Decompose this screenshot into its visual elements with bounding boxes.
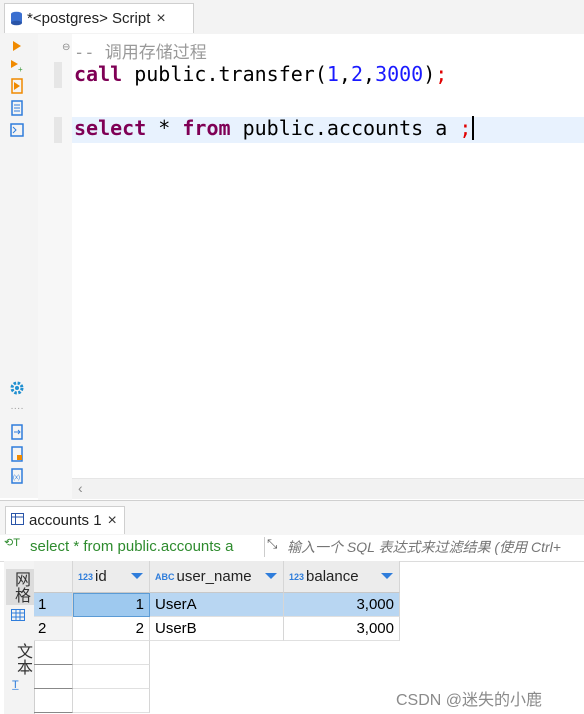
editor-toolbar: + ···· (x) <box>0 34 39 498</box>
number-literal: 3000 <box>375 62 424 86</box>
line-marker <box>54 117 62 143</box>
save-script-icon[interactable] <box>8 446 26 462</box>
explain-plan-icon[interactable] <box>8 100 26 116</box>
sort-arrow-icon[interactable] <box>131 573 143 579</box>
more-dots-icon[interactable]: ···· <box>8 400 26 416</box>
comma: , <box>338 62 351 86</box>
sort-arrow-icon[interactable] <box>381 573 393 579</box>
number-literal: 2 <box>350 62 364 86</box>
svg-text:(x): (x) <box>13 475 20 481</box>
number-type-icon: 123 <box>289 571 305 582</box>
empty-cell <box>34 641 73 665</box>
column-name: balance <box>306 568 359 585</box>
text-view-icon[interactable]: T̲ <box>12 679 19 691</box>
cell-user-name[interactable]: UserB <box>150 617 284 641</box>
comment-text: 调用存储过程 <box>104 43 207 63</box>
table-grid-icon <box>11 512 24 529</box>
column-name: user_name <box>176 568 252 585</box>
corner-cell[interactable] <box>34 561 73 593</box>
editor-tab-label: *<postgres> Script <box>27 10 151 27</box>
fold-icon[interactable]: ⊖ <box>62 42 70 53</box>
query-text[interactable]: select * from public.accounts a <box>30 538 233 555</box>
grid-view-tab[interactable]: 网格 <box>6 569 34 605</box>
results-tab-label: accounts 1 <box>29 512 102 529</box>
cell-balance[interactable]: 3,000 <box>284 593 400 617</box>
text-cursor <box>472 116 475 140</box>
empty-cell <box>73 641 150 665</box>
semicolon: ; <box>435 62 448 86</box>
code-line-comment: -- 调用存储过程 <box>74 38 207 63</box>
code-line-call: call public.transfer(1,2,3000); <box>74 62 447 86</box>
postgres-db-icon <box>10 11 23 26</box>
column-header-id[interactable]: 123 id <box>73 561 150 593</box>
column-header-user-name[interactable]: ABC user_name <box>150 561 284 593</box>
code-line-select: select * from public.accounts a ; <box>74 116 475 140</box>
line-marker <box>54 62 62 88</box>
code-text: * <box>146 116 183 140</box>
code-text: public.accounts a <box>230 116 460 140</box>
variables-icon[interactable]: (x) <box>8 468 26 484</box>
console-icon[interactable] <box>8 122 26 138</box>
comma: , <box>363 62 376 86</box>
execute-script-icon[interactable] <box>8 78 26 94</box>
text-view-tab[interactable]: 文本 <box>10 643 34 675</box>
scroll-left-icon[interactable]: ‹ <box>78 480 83 496</box>
code-text: public.transfer( <box>122 62 327 86</box>
cell-user-name[interactable]: UserA <box>150 593 284 617</box>
sql-editor[interactable] <box>72 34 584 478</box>
filter-input[interactable] <box>287 537 584 557</box>
cell-id[interactable]: 2 <box>73 617 150 641</box>
close-icon[interactable]: × <box>108 512 117 530</box>
sql-query-icon: ⟲T <box>4 537 20 549</box>
execute-in-new-tab-icon[interactable]: + <box>8 58 26 74</box>
column-header-balance[interactable]: 123 balance <box>284 561 400 593</box>
empty-cell <box>73 665 150 689</box>
export-icon[interactable] <box>8 424 26 440</box>
sort-arrow-icon[interactable] <box>265 573 277 579</box>
keyword-call: call <box>74 62 123 86</box>
grid-icon[interactable] <box>11 608 25 626</box>
watermark: CSDN @迷失的小鹿 <box>396 692 543 709</box>
line-ruler <box>38 34 72 500</box>
view-switcher: 网格 文本 T̲ <box>4 561 35 714</box>
empty-cell <box>73 689 150 713</box>
keyword-from: from <box>182 116 231 140</box>
text-type-icon: ABC <box>155 571 175 582</box>
empty-cell <box>34 665 73 689</box>
divider <box>264 537 265 557</box>
column-name: id <box>95 568 107 585</box>
horizontal-scrollbar[interactable]: ‹ <box>72 478 584 499</box>
row-number[interactable]: 1 <box>34 593 73 617</box>
semicolon: ; <box>459 116 472 140</box>
execute-statement-icon[interactable] <box>8 38 26 54</box>
expand-filter-icon[interactable]: ⤡ <box>267 536 277 552</box>
settings-gear-icon[interactable] <box>8 380 26 396</box>
comment-dashes: -- <box>74 43 95 63</box>
results-tab[interactable]: accounts 1 × <box>5 506 125 534</box>
keyword-select: select <box>74 116 147 140</box>
number-literal: 1 <box>326 62 339 86</box>
number-type-icon: 123 <box>78 571 94 582</box>
empty-cell <box>34 689 73 713</box>
close-icon[interactable]: × <box>156 10 165 28</box>
row-number[interactable]: 2 <box>34 617 73 641</box>
editor-tab[interactable]: *<postgres> Script × <box>4 3 194 33</box>
cell-balance[interactable]: 3,000 <box>284 617 400 641</box>
cell-id[interactable]: 1 <box>73 593 150 617</box>
svg-text:+: + <box>18 65 23 73</box>
code-text: ) <box>423 62 436 86</box>
